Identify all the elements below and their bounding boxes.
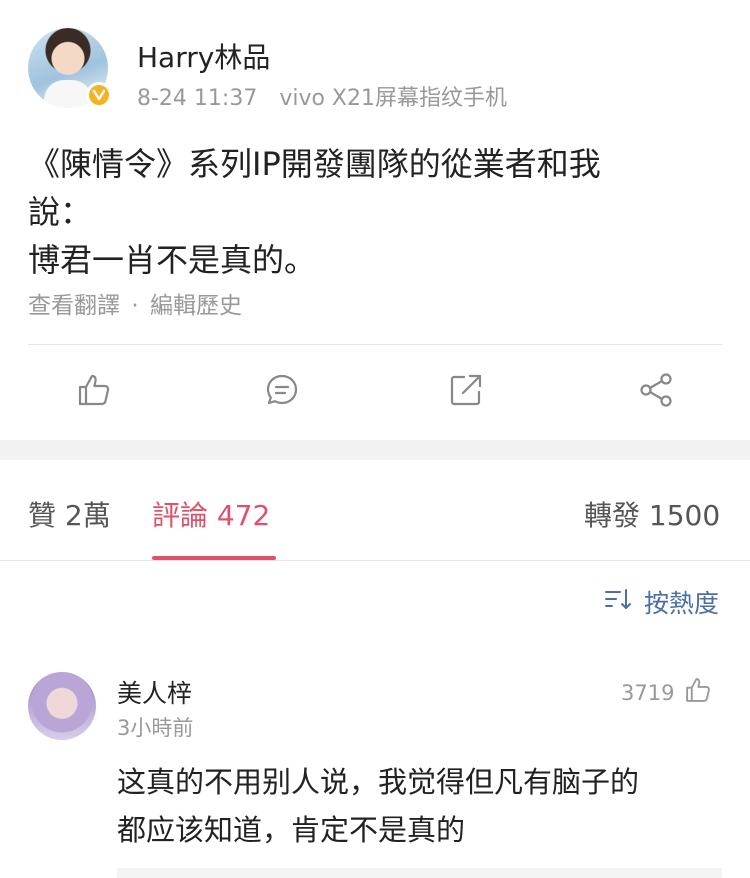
comment-text-line: 都应该知道，肯定不是真的 bbox=[117, 813, 466, 847]
sort-label: 按熱度 bbox=[644, 589, 720, 618]
repost-button[interactable] bbox=[446, 372, 486, 412]
repost-icon bbox=[448, 372, 484, 412]
reply-preview-box[interactable] bbox=[117, 868, 722, 878]
share-button[interactable] bbox=[636, 372, 676, 412]
separator: · bbox=[131, 293, 139, 319]
thumb-up-icon bbox=[684, 676, 712, 709]
comment-icon bbox=[264, 372, 300, 412]
like-button[interactable] bbox=[74, 372, 114, 412]
commenter-avatar[interactable] bbox=[28, 672, 96, 740]
post-content: 《陳情令》系列IP開發團隊的從業者和我 說： 博君一肖不是真的。 bbox=[28, 140, 718, 284]
post-content-line: 《陳情令》系列IP開發團隊的從業者和我 bbox=[28, 145, 601, 183]
commenter-name[interactable]: 美人梓 bbox=[117, 674, 192, 710]
verified-badge-icon bbox=[86, 82, 112, 108]
tab-likes[interactable]: 贊 2萬 bbox=[28, 494, 111, 534]
divider bbox=[28, 344, 722, 345]
divider bbox=[0, 560, 750, 561]
post-meta: 8-24 11:37 vivo X21屏幕指纹手机 bbox=[137, 80, 507, 112]
tab-comments[interactable]: 評論 472 bbox=[152, 494, 270, 534]
comment-button[interactable] bbox=[262, 372, 302, 412]
comment-text: 这真的不用别人说，我觉得但凡有脑子的 都应该知道，肯定不是真的 bbox=[117, 758, 727, 854]
comment-time: 3小時前 bbox=[117, 716, 194, 740]
tab-reposts[interactable]: 轉發 1500 bbox=[584, 494, 720, 534]
post-device: vivo X21屏幕指纹手机 bbox=[279, 86, 507, 111]
share-icon bbox=[638, 372, 674, 412]
post-content-line: 博君一肖不是真的。 bbox=[28, 241, 317, 279]
sort-button[interactable]: 按熱度 bbox=[604, 584, 719, 620]
post-date: 8-24 11:37 bbox=[137, 86, 258, 111]
post-tools: 查看翻譯 · 編輯歷史 bbox=[28, 286, 242, 320]
section-gap bbox=[0, 440, 750, 460]
comment-like-count: 3719 bbox=[621, 680, 675, 705]
thumb-up-icon bbox=[76, 372, 112, 412]
translate-link[interactable]: 查看翻譯 bbox=[28, 293, 120, 319]
post-author-name[interactable]: Harry林品 bbox=[137, 36, 270, 76]
edit-history-link[interactable]: 編輯歷史 bbox=[150, 293, 242, 319]
comment-text-line: 这真的不用别人说，我觉得但凡有脑子的 bbox=[117, 765, 640, 799]
comment-like-button[interactable]: 3719 bbox=[621, 676, 712, 709]
post-content-line: 說： bbox=[28, 193, 93, 231]
sort-icon bbox=[604, 587, 634, 617]
